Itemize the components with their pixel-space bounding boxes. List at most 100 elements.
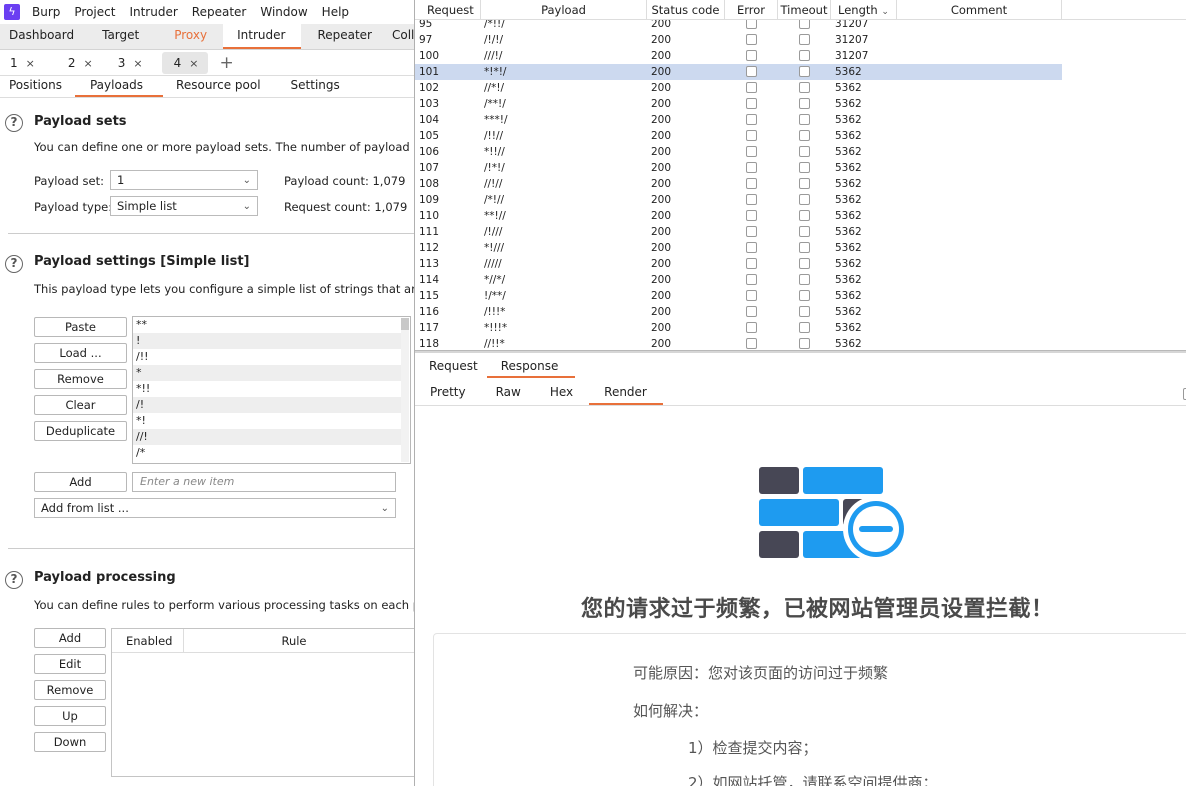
table-row[interactable]: 107 /!*!/ 200 5362 (415, 160, 1062, 176)
close-icon[interactable]: × (84, 57, 93, 70)
list-item[interactable]: /! (133, 397, 401, 413)
timeout-checkbox[interactable] (799, 162, 810, 173)
error-checkbox[interactable] (746, 98, 757, 109)
comment-cell[interactable] (897, 336, 1062, 350)
up-rule-button[interactable]: Up (34, 706, 106, 726)
error-checkbox[interactable] (746, 50, 757, 61)
tab-response[interactable]: Response (486, 356, 576, 378)
column-status-code[interactable]: Status code (647, 0, 725, 19)
edit-rule-button[interactable]: Edit (34, 654, 106, 674)
menu-window[interactable]: Window (260, 5, 307, 19)
table-row[interactable]: 97 /!/!/ 200 31207 (415, 32, 1062, 48)
timeout-checkbox[interactable] (799, 82, 810, 93)
error-checkbox[interactable] (746, 114, 757, 125)
table-row[interactable]: 103 /**!/ 200 5362 (415, 96, 1062, 112)
payload-list[interactable]: ** ! /!! * *!! /! *! //! /* (132, 316, 411, 464)
tab-positions[interactable]: Positions (0, 75, 75, 97)
list-item[interactable]: * (133, 365, 401, 381)
add-rule-button[interactable]: Add (34, 628, 106, 648)
error-checkbox[interactable] (746, 306, 757, 317)
remove-rule-button[interactable]: Remove (34, 680, 106, 700)
table-row[interactable]: 112 *!/// 200 5362 (415, 240, 1062, 256)
tab-raw[interactable]: Raw (482, 381, 536, 405)
comment-cell[interactable] (897, 160, 1062, 176)
clear-button[interactable]: Clear (34, 395, 127, 415)
timeout-checkbox[interactable] (799, 50, 810, 61)
attack-tab-4[interactable]: 4 × (161, 51, 209, 74)
tab-target[interactable]: Target (83, 23, 161, 49)
tab-dashboard[interactable]: Dashboard (0, 23, 83, 49)
list-item[interactable]: /* (133, 445, 401, 461)
comment-cell[interactable] (897, 64, 1062, 80)
comment-cell[interactable] (897, 96, 1062, 112)
menu-help[interactable]: Help (322, 5, 349, 19)
tab-pretty[interactable]: Pretty (415, 381, 482, 405)
table-row[interactable]: 105 /!!// 200 5362 (415, 128, 1062, 144)
add-tab-icon[interactable]: + (219, 53, 233, 73)
payload-set-select[interactable]: 1 ⌄ (110, 170, 258, 190)
list-item[interactable]: *!! (133, 381, 401, 397)
timeout-checkbox[interactable] (799, 98, 810, 109)
timeout-checkbox[interactable] (799, 338, 810, 349)
error-checkbox[interactable] (746, 178, 757, 189)
new-item-input[interactable]: Enter a new item (132, 472, 396, 492)
table-row[interactable]: 111 /!/// 200 5362 (415, 224, 1062, 240)
error-checkbox[interactable] (746, 226, 757, 237)
timeout-checkbox[interactable] (799, 194, 810, 205)
timeout-checkbox[interactable] (799, 290, 810, 301)
timeout-checkbox[interactable] (799, 66, 810, 77)
menu-burp[interactable]: Burp (32, 5, 60, 19)
split-pane-divider[interactable] (415, 350, 1186, 353)
comment-cell[interactable] (897, 320, 1062, 336)
comment-cell[interactable] (897, 240, 1062, 256)
load-button[interactable]: Load ... (34, 343, 127, 363)
comment-cell[interactable] (897, 192, 1062, 208)
error-checkbox[interactable] (746, 34, 757, 45)
table-row[interactable]: 109 /*!// 200 5362 (415, 192, 1062, 208)
table-row[interactable]: 116 /!!!* 200 5362 (415, 304, 1062, 320)
attack-tab-3[interactable]: 3 × (112, 52, 153, 74)
comment-cell[interactable] (897, 208, 1062, 224)
table-row[interactable]: 110 **!// 200 5362 (415, 208, 1062, 224)
timeout-checkbox[interactable] (799, 226, 810, 237)
comment-cell[interactable] (897, 144, 1062, 160)
tab-resource-pool[interactable]: Resource pool (163, 75, 278, 97)
table-row[interactable]: 100 ///!/ 200 31207 (415, 48, 1062, 64)
timeout-checkbox[interactable] (799, 258, 810, 269)
timeout-checkbox[interactable] (799, 274, 810, 285)
tab-payloads[interactable]: Payloads (74, 75, 164, 97)
tab-settings[interactable]: Settings (279, 75, 340, 97)
list-item[interactable]: *! (133, 413, 401, 429)
close-icon[interactable]: × (133, 57, 142, 70)
table-row[interactable]: 104 ***!/ 200 5362 (415, 112, 1062, 128)
list-item[interactable]: ** (133, 317, 401, 333)
close-icon[interactable]: × (26, 57, 35, 70)
comment-cell[interactable] (897, 48, 1062, 64)
column-request[interactable]: Request (415, 0, 481, 19)
deduplicate-button[interactable]: Deduplicate (34, 421, 127, 441)
timeout-checkbox[interactable] (799, 210, 810, 221)
timeout-checkbox[interactable] (799, 130, 810, 141)
scrollbar-thumb[interactable] (401, 318, 409, 330)
error-checkbox[interactable] (746, 162, 757, 173)
table-row[interactable]: 118 //!!* 200 5362 (415, 336, 1062, 350)
tab-hex[interactable]: Hex (536, 381, 589, 405)
list-item[interactable]: //! (133, 429, 401, 445)
table-row[interactable]: 114 *//*/ 200 5362 (415, 272, 1062, 288)
timeout-checkbox[interactable] (799, 34, 810, 45)
error-checkbox[interactable] (746, 322, 757, 333)
comment-cell[interactable] (897, 176, 1062, 192)
error-checkbox[interactable] (746, 130, 757, 141)
remove-button[interactable]: Remove (34, 369, 127, 389)
column-length[interactable]: Length ⌄ (831, 0, 897, 19)
error-checkbox[interactable] (746, 338, 757, 349)
comment-cell[interactable] (897, 32, 1062, 48)
table-row[interactable]: 115 !/**/ 200 5362 (415, 288, 1062, 304)
timeout-checkbox[interactable] (799, 242, 810, 253)
column-enabled[interactable]: Enabled (112, 629, 184, 652)
column-rule[interactable]: Rule (184, 629, 414, 652)
comment-cell[interactable] (897, 304, 1062, 320)
close-icon[interactable]: × (189, 57, 198, 70)
error-checkbox[interactable] (746, 258, 757, 269)
help-icon[interactable]: ? (5, 114, 23, 132)
